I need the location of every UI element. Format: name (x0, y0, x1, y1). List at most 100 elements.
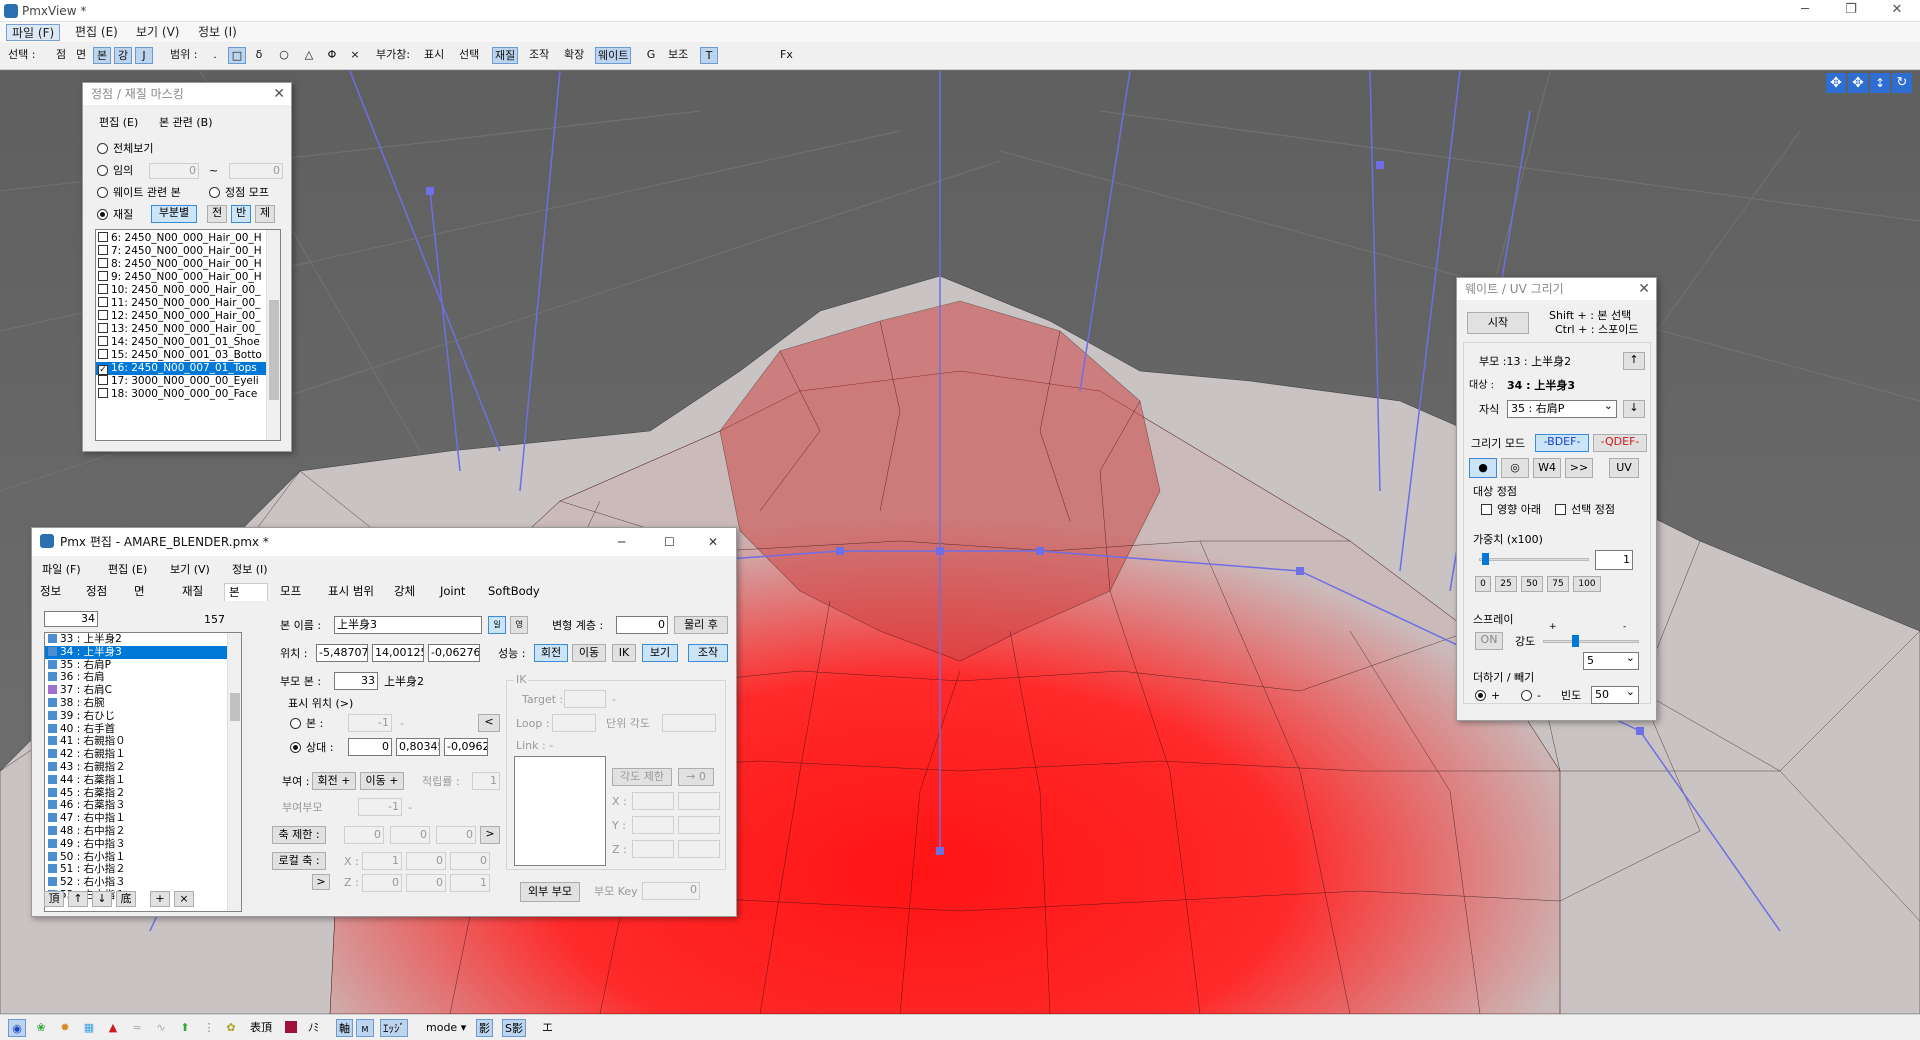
ik-y1-input[interactable] (632, 816, 674, 834)
perf-rotate-button[interactable]: 회전 (534, 644, 568, 662)
grant-rotate-button[interactable]: 회전 + (312, 772, 356, 790)
external-parent-button[interactable]: 외부 부모 (520, 882, 580, 902)
menu-file[interactable]: 파일 (F) (6, 24, 61, 41)
ik-angle-limit-button[interactable]: 각도 제한 (612, 768, 672, 786)
material-checkbox[interactable]: ✓ (98, 365, 108, 375)
bone-list-item[interactable]: 44 : 右薬指１ (45, 774, 241, 787)
bone-name-input[interactable]: 上半身3 (334, 616, 482, 634)
axis-x-input[interactable]: 0 (344, 826, 384, 844)
status-e[interactable]: エ (540, 1019, 555, 1037)
bone-list-item[interactable]: 37 : 右肩C (45, 684, 241, 697)
ik-x1-input[interactable] (632, 792, 674, 810)
perf-ik-button[interactable]: IK (612, 644, 636, 662)
lang-en-button[interactable]: 영 (510, 616, 528, 634)
brush-solid-button[interactable]: ● (1469, 458, 1497, 478)
local-z1-input[interactable]: 0 (362, 874, 402, 892)
bone-index-input[interactable]: 34 (44, 611, 98, 627)
status-grass-icon[interactable]: ❀ (32, 1019, 50, 1037)
list-bottom-button[interactable]: 底 (116, 891, 136, 907)
tab-joint[interactable]: Joint (436, 583, 469, 601)
clear-button[interactable]: 제 (255, 205, 275, 223)
weight-slider-thumb[interactable] (1482, 553, 1490, 565)
material-checkbox[interactable] (98, 245, 108, 255)
bone-list-item[interactable]: 47 : 右中指１ (45, 812, 241, 825)
ik-x2-input[interactable] (678, 792, 720, 810)
status-m-icon[interactable]: M (356, 1019, 374, 1037)
material-item[interactable]: 17: 3000_N00_000_00_Eyeli (96, 375, 280, 388)
material-checkbox[interactable] (98, 323, 108, 333)
close-icon[interactable]: ✕ (1638, 278, 1650, 300)
tab-face[interactable]: 면 (130, 583, 149, 601)
bone-list-item[interactable]: 48 : 右中指２ (45, 825, 241, 838)
minimize-button[interactable]: ─ (1782, 0, 1828, 22)
rel-z-input[interactable]: -0,0962 (444, 738, 488, 756)
spray-on-button[interactable]: ON (1475, 632, 1503, 650)
status-bone-icon[interactable]: ⬆ (176, 1019, 194, 1037)
bone-list-item[interactable]: 42 : 右親指１ (45, 748, 241, 761)
range-phi[interactable]: Φ (323, 47, 341, 64)
status-sun-icon[interactable]: ✹ (56, 1019, 74, 1037)
child-down-button[interactable]: ↓ (1623, 400, 1645, 418)
bone-list-item[interactable]: 39 : 右ひじ (45, 710, 241, 723)
restore-button[interactable]: ❐ (1828, 0, 1874, 22)
weight-input[interactable]: 1 (1595, 550, 1633, 570)
tab-rigid[interactable]: 강체 (390, 583, 419, 601)
select-face[interactable]: 면 (72, 47, 90, 64)
material-checkbox[interactable] (98, 297, 108, 307)
bone-list-item[interactable]: 38 : 右腕 (45, 697, 241, 710)
rotate-view-icon[interactable]: ↻ (1892, 73, 1912, 93)
material-item[interactable]: 6: 2450_N00_000_Hair_00_H (96, 232, 280, 245)
range-triangle[interactable]: △ (300, 47, 318, 64)
close-icon[interactable]: ✕ (273, 83, 285, 105)
ik-link-list[interactable] (514, 756, 606, 866)
any-to-input[interactable]: 0 (229, 163, 283, 179)
deform-input[interactable]: 0 (616, 616, 668, 634)
bone-list-item[interactable]: 50 : 右小指１ (45, 851, 241, 864)
status-dots-icon[interactable]: ⋮ (200, 1019, 218, 1037)
preset-25[interactable]: 25 (1495, 576, 1517, 592)
opt-weight-bone-radio[interactable] (97, 187, 108, 198)
perf-operate-button[interactable]: 조작 (688, 644, 728, 662)
list-top-button[interactable]: 頂 (44, 891, 64, 907)
display-prev-button[interactable]: < (478, 714, 500, 732)
material-item[interactable]: 11: 2450_N00_000_Hair_00_ (96, 297, 280, 310)
local-z3-input[interactable]: 1 (450, 874, 490, 892)
display-bone-input[interactable]: -1 (348, 714, 392, 732)
tab-display-frame[interactable]: 표시 범위 (324, 583, 378, 601)
display-relative-radio[interactable] (290, 742, 301, 753)
all-button[interactable]: 전 (207, 205, 227, 223)
zoom-view-icon[interactable]: ↕ (1870, 73, 1890, 93)
bone-list-item[interactable]: 35 : 右肩P (45, 659, 241, 672)
bone-list-item[interactable]: 40 : 右手首 (45, 723, 241, 736)
invert-button[interactable]: 반 (231, 205, 251, 223)
local-x1-input[interactable]: 1 (362, 852, 402, 870)
menu-info[interactable]: 정보 (I) (193, 24, 242, 41)
ik-unit-angle-input[interactable] (662, 714, 716, 732)
material-item[interactable]: 18: 3000_N00_000_00_Face (96, 388, 280, 401)
status-table-top[interactable]: 表頂 (248, 1019, 274, 1037)
material-list[interactable]: 6: 2450_N00_000_Hair_00_H 7: 2450_N00_000… (95, 229, 281, 441)
tab-info[interactable]: 정보 (36, 583, 65, 601)
ik-z2-input[interactable] (678, 840, 720, 858)
bone-scrollbar[interactable] (227, 633, 241, 911)
status-color-icon[interactable] (282, 1019, 300, 1037)
bone-list-item[interactable]: 36 : 右肩 (45, 671, 241, 684)
material-checkbox[interactable] (98, 388, 108, 398)
sub-radio[interactable] (1521, 690, 1532, 701)
range-rect[interactable]: □ (228, 47, 246, 64)
pmx-menu-info[interactable]: 정보 (I) (232, 562, 268, 577)
scroll-thumb[interactable] (269, 300, 279, 400)
scroll-thumb[interactable] (230, 693, 240, 721)
tab-softbody[interactable]: SoftBody (484, 583, 544, 601)
bone-list-item[interactable]: 51 : 右小指２ (45, 863, 241, 876)
bone-list-item[interactable]: 34 : 上半身3 (45, 645, 241, 659)
range-lasso[interactable]: δ (250, 47, 268, 64)
preset-0[interactable]: 0 (1475, 576, 1491, 592)
rel-y-input[interactable]: 0,80345 (396, 738, 440, 756)
ik-y2-input[interactable] (678, 816, 720, 834)
material-checkbox[interactable] (98, 232, 108, 242)
qdef-button[interactable]: -QDEF- (1593, 434, 1647, 452)
range-circle[interactable]: ○ (275, 47, 293, 64)
perf-visible-button[interactable]: 보기 (642, 644, 678, 662)
opt-all-radio[interactable] (97, 143, 108, 154)
